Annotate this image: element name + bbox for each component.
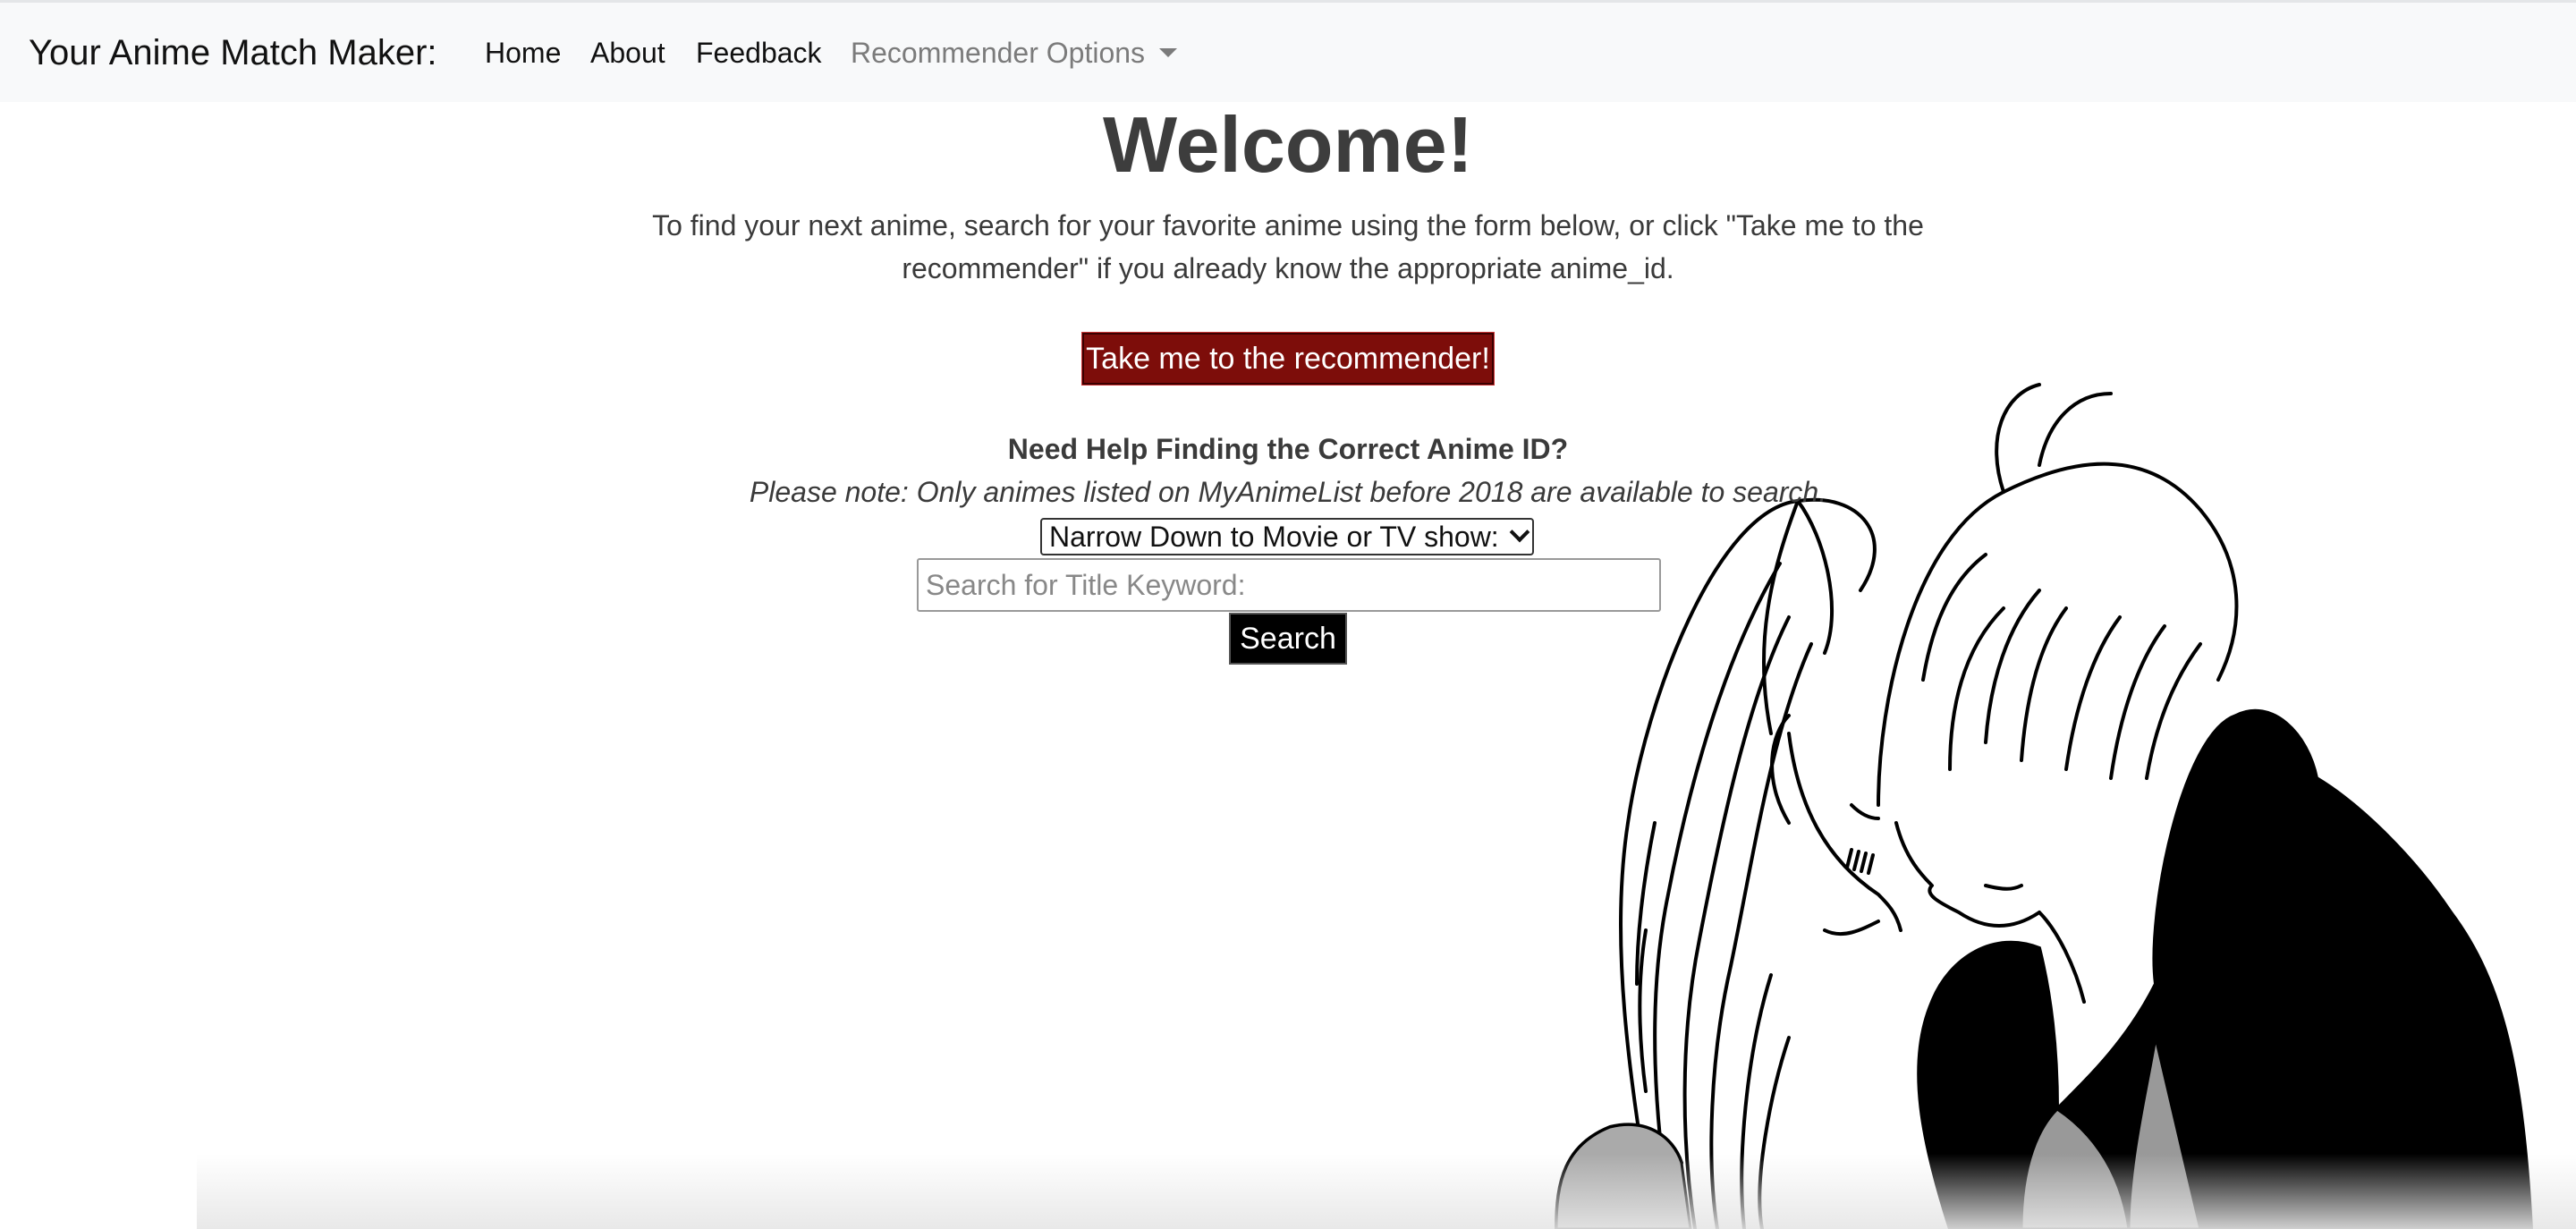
brand-link[interactable]: Your Anime Match Maker: [29,33,437,73]
dropdown-label: Recommender Options [851,37,1146,69]
recommender-options-dropdown[interactable]: Recommender Options [851,37,1178,70]
bottom-shadow [197,1154,2576,1229]
take-me-to-recommender-button[interactable]: Take me to the recommender! [1082,333,1494,385]
search-button[interactable]: Search [1229,613,1347,665]
caret-down-icon [1159,48,1178,57]
navbar: Your Anime Match Maker: Home About Feedb… [0,0,2576,102]
chevron-down-icon [1509,521,1530,543]
nav-feedback-link[interactable]: Feedback [696,37,822,70]
help-heading: Need Help Finding the Correct Anime ID? [1007,433,1569,465]
type-select[interactable]: Narrow Down to Movie or TV show: [1040,518,1534,555]
search-input[interactable] [917,558,1661,612]
search-note: Please note: Only animes listed on MyAni… [749,476,1827,508]
type-select-value: Narrow Down to Movie or TV show: [1049,521,1499,553]
page: Your Anime Match Maker: Home About Feedb… [0,0,2576,1229]
welcome-heading: Welcome! [1102,100,1474,189]
nav-about-link[interactable]: About [590,37,665,70]
nav-home-link[interactable]: Home [485,37,561,70]
intro-text: To find your next anime, search for your… [652,209,1924,284]
